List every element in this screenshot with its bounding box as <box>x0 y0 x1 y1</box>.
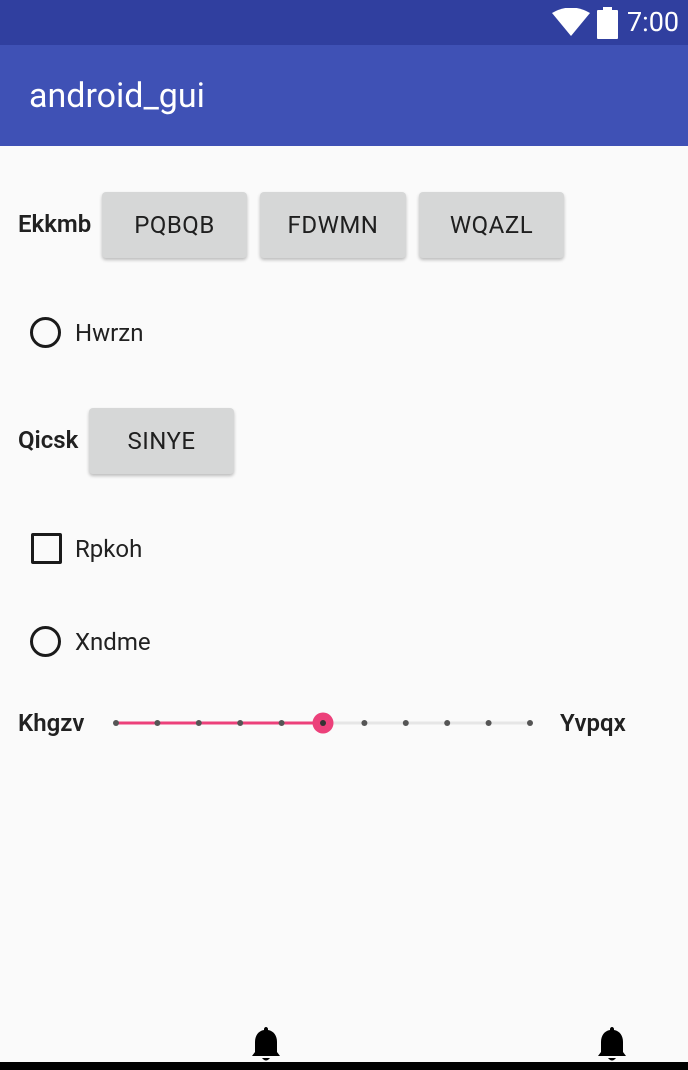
rpkoh-checkbox-label[interactable]: Rpkoh <box>75 534 142 564</box>
bell-icon[interactable] <box>250 1025 282 1063</box>
xndme-radio-label[interactable]: Xndme <box>75 627 151 657</box>
seekbar-tick <box>485 720 492 726</box>
seekbar-end-label: Yvpqx <box>560 709 626 737</box>
app-bar: android_gui <box>0 45 688 146</box>
app-title: android_gui <box>29 76 205 116</box>
seekbar-tick <box>527 720 533 726</box>
seekbar-tick <box>154 720 161 726</box>
seekbar-tick <box>113 720 119 726</box>
sinye-button[interactable]: SINYE <box>89 408 234 474</box>
row1-label: Ekkmb <box>18 210 92 238</box>
seekbar-start-label: Khgzv <box>18 709 85 737</box>
seekbar-thumb-tick <box>320 720 326 726</box>
hwrzn-radio[interactable] <box>30 317 61 348</box>
discrete-seekbar[interactable] <box>108 706 544 740</box>
row2-label: Qicsk <box>18 426 79 454</box>
seekbar-tick <box>237 720 244 726</box>
seekbar-tick <box>278 720 285 726</box>
pqbqb-button[interactable]: PQBQB <box>102 192 247 258</box>
fdwmn-button[interactable]: FDWMN <box>260 192 406 258</box>
navigation-bar <box>0 1062 688 1070</box>
xndme-radio[interactable] <box>30 626 61 657</box>
rpkoh-checkbox[interactable] <box>31 533 62 564</box>
status-time: 7:00 <box>627 6 680 38</box>
seekbar-tick <box>444 720 451 726</box>
wqazl-button[interactable]: WQAZL <box>419 192 564 258</box>
seekbar-tick <box>361 720 368 726</box>
wifi-icon <box>552 8 590 36</box>
hwrzn-radio-label[interactable]: Hwrzn <box>75 318 143 348</box>
status-bar: 7:00 <box>0 0 688 45</box>
battery-icon <box>597 7 618 39</box>
seekbar-tick <box>195 720 202 726</box>
seekbar-tick <box>402 720 409 726</box>
bell-icon[interactable] <box>596 1025 628 1063</box>
